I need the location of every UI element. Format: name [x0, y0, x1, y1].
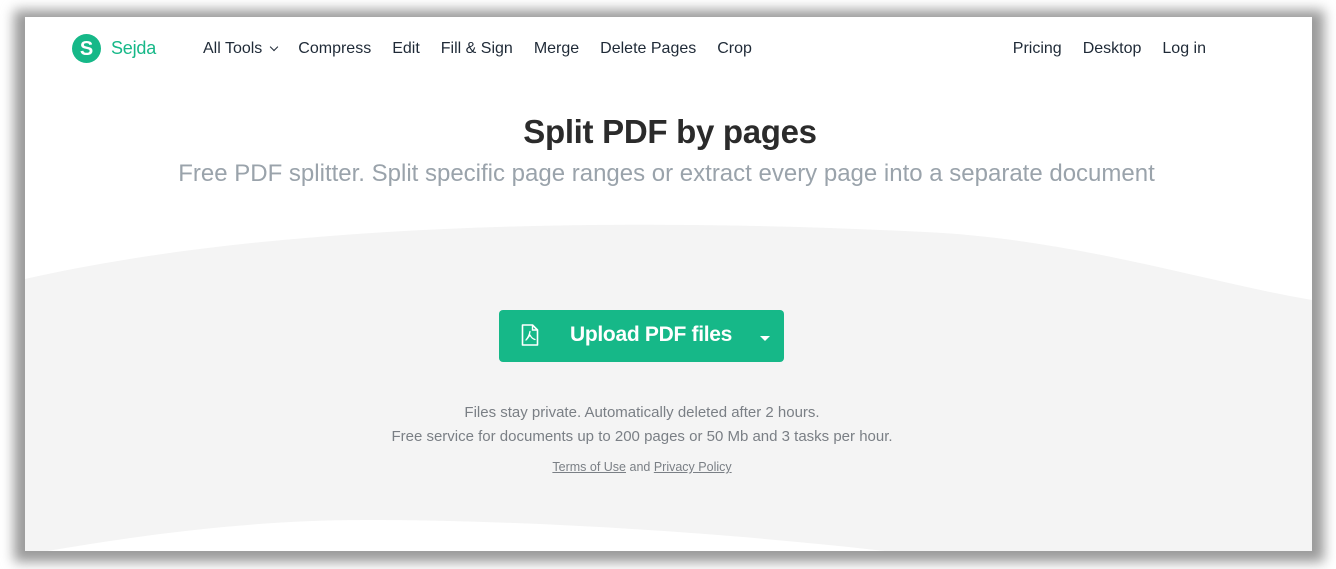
- privacy-policy-link[interactable]: Privacy Policy: [654, 460, 732, 474]
- sejda-logo-link[interactable]: S Sejda: [72, 34, 156, 63]
- terms-of-use-link[interactable]: Terms of Use: [552, 460, 626, 474]
- nav-crop[interactable]: Crop: [717, 40, 752, 58]
- upload-pdf-label: Upload PDF files: [570, 323, 733, 346]
- caret-down-icon[interactable]: [760, 336, 770, 341]
- page-subtitle: Free PDF splitter. Split specific page r…: [178, 160, 1155, 187]
- limits-note: Free service for documents up to 200 pag…: [391, 428, 893, 445]
- gray-band: [25, 224, 1312, 551]
- nav-all-tools[interactable]: All Tools: [203, 40, 279, 58]
- nav-compress[interactable]: Compress: [298, 40, 371, 58]
- nav-log-in[interactable]: Log in: [1162, 40, 1206, 58]
- privacy-note: Files stay private. Automatically delete…: [464, 404, 820, 421]
- sejda-logo-icon: S: [72, 34, 101, 63]
- page: S Sejda All Tools Compress Edit Fill & S…: [25, 17, 1312, 551]
- top-navigation: S Sejda All Tools Compress Edit Fill & S…: [25, 17, 1312, 81]
- legal-links: Terms of Use and Privacy Policy: [25, 460, 1259, 474]
- nav-delete-pages[interactable]: Delete Pages: [600, 40, 696, 58]
- chevron-down-icon: [270, 42, 279, 52]
- nav-merge[interactable]: Merge: [534, 40, 579, 58]
- nav-links-left: All Tools Compress Edit Fill & Sign Merg…: [203, 40, 773, 58]
- nav-desktop[interactable]: Desktop: [1083, 40, 1142, 58]
- pdf-file-icon: [521, 324, 539, 346]
- nav-pricing[interactable]: Pricing: [1013, 40, 1062, 58]
- brand-name: Sejda: [111, 38, 157, 58]
- page-title: Split PDF by pages: [523, 113, 817, 150]
- nav-edit[interactable]: Edit: [392, 40, 420, 58]
- nav-fill-sign[interactable]: Fill & Sign: [441, 40, 513, 58]
- upload-pdf-button[interactable]: Upload PDF files: [499, 310, 784, 362]
- legal-and-text: and: [626, 460, 654, 474]
- nav-all-tools-label: All Tools: [203, 40, 263, 57]
- nav-links-right: Pricing Desktop Log in: [992, 40, 1206, 58]
